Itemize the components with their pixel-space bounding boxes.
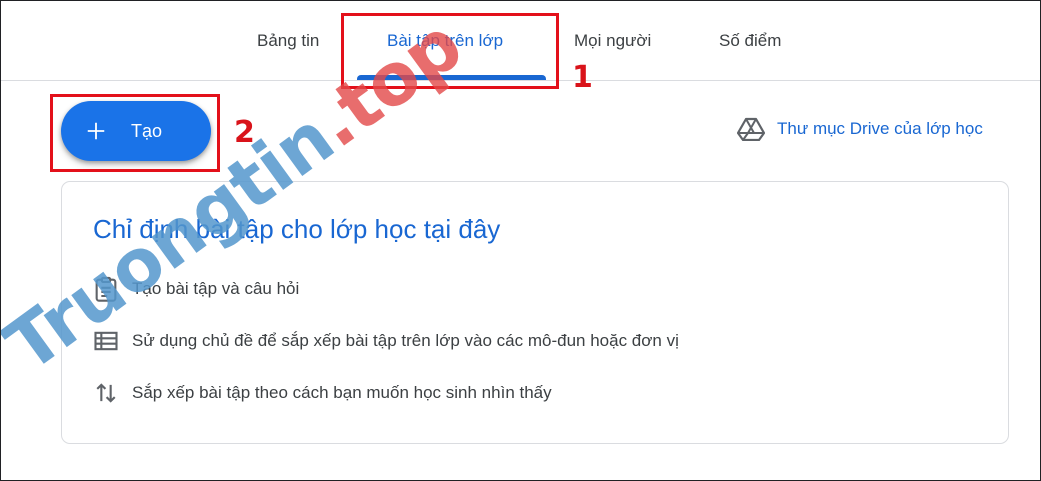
drive-link-label: Thư mục Drive của lớp học xyxy=(777,119,983,138)
item-text: Sắp xếp bài tập theo cách bạn muốn học s… xyxy=(132,383,552,402)
reorder-icon xyxy=(96,383,116,403)
annotation-box-classwork-tab xyxy=(341,13,559,89)
class-drive-folder-link[interactable]: Thư mục Drive của lớp học xyxy=(737,115,983,143)
card-title: Chỉ định bài tập cho lớp học tại đây xyxy=(93,214,501,244)
topic-list-icon xyxy=(94,331,118,351)
list-item: Tạo bài tập và câu hỏi xyxy=(92,275,299,303)
annotation-number-2: 2 xyxy=(234,115,255,150)
assignment-icon xyxy=(95,276,117,302)
list-item: Sắp xếp bài tập theo cách bạn muốn học s… xyxy=(92,379,552,407)
tab-grades[interactable]: Số điểm xyxy=(719,1,781,80)
annotation-number-1: 1 xyxy=(572,60,593,95)
annotation-box-create-button xyxy=(50,94,220,172)
empty-state-card: Chỉ định bài tập cho lớp học tại đây Tạo… xyxy=(61,181,1009,444)
tab-stream[interactable]: Bảng tin xyxy=(257,1,319,80)
item-text: Sử dụng chủ đề để sắp xếp bài tập trên l… xyxy=(132,331,679,350)
list-item: Sử dụng chủ đề để sắp xếp bài tập trên l… xyxy=(92,327,679,355)
drive-icon xyxy=(737,117,765,141)
item-text: Tạo bài tập và câu hỏi xyxy=(132,279,300,298)
